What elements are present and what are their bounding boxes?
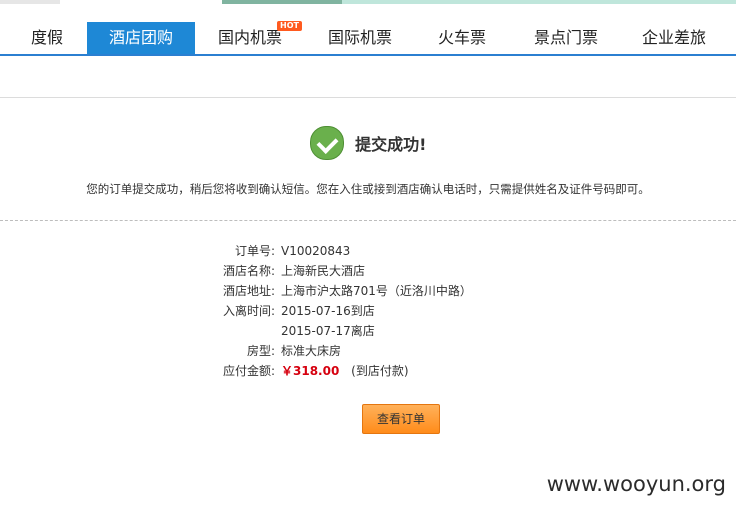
nav-item-label: 度假 <box>30 28 63 47</box>
hot-badge: HOT <box>277 21 302 31</box>
payment-note: (到店付款) <box>351 364 409 378</box>
order-number-label: 订单号: <box>234 244 275 258</box>
amount-label: 应付金额: <box>222 364 275 378</box>
stay-dates-row: 入离时间: 2015-07-16到店 <box>200 301 560 321</box>
logo-fragment <box>0 0 60 4</box>
order-number-value: V10020843 <box>281 244 351 258</box>
nav-item-international-flights[interactable]: 国际机票 <box>312 22 408 54</box>
hotel-name-value: 上海新民大酒店 <box>281 264 366 278</box>
order-number-row: 订单号: V10020843 <box>200 241 560 261</box>
nav-item-vacation[interactable]: 度假 <box>12 22 82 54</box>
room-type-label: 房型: <box>246 344 275 358</box>
checkout-date: 2015-07-17离店 <box>281 324 375 338</box>
success-message: 提交成功! <box>0 126 736 160</box>
order-details: 订单号: V10020843 酒店名称: 上海新民大酒店 酒店地址: 上海市沪太… <box>200 241 560 381</box>
success-title: 提交成功! <box>355 135 427 154</box>
main-nav: 度假 酒店团购 国内机票 HOT 国际机票 火车票 景点门票 企业差旅 <box>0 21 736 56</box>
hotel-address-label: 酒店地址: <box>222 284 275 298</box>
top-strip <box>0 0 736 22</box>
view-order-button[interactable]: 查看订单 <box>362 404 440 434</box>
nav-item-label: 企业差旅 <box>641 28 706 47</box>
nav-item-label: 景点门票 <box>533 28 598 47</box>
nav-item-label: 火车票 <box>437 28 486 47</box>
amount-row: 应付金额: ￥318.00 (到店付款) <box>200 361 560 381</box>
nav-item-business-travel[interactable]: 企业差旅 <box>626 22 722 54</box>
order-notice: 您的订单提交成功，稍后您将收到确认短信。您在入住或接到酒店确认电话时，只需提供姓… <box>86 182 650 196</box>
nav-item-label: 国际机票 <box>327 28 392 47</box>
checkin-date: 2015-07-16到店 <box>281 304 375 318</box>
nav-item-attraction-tickets[interactable]: 景点门票 <box>518 22 614 54</box>
hotel-name-row: 酒店名称: 上海新民大酒店 <box>200 261 560 281</box>
nav-item-hotel-groupbuy[interactable]: 酒店团购 <box>87 22 195 54</box>
hotel-address-row: 酒店地址: 上海市沪太路701号（近洛川中路） <box>200 281 560 301</box>
room-type-row: 房型: 标准大床房 <box>200 341 560 361</box>
room-type-value: 标准大床房 <box>281 344 342 358</box>
checkout-row: 2015-07-17离店 <box>200 321 560 341</box>
top-banner <box>222 0 736 4</box>
nav-item-label: 国内机票 <box>217 28 282 47</box>
nav-item-label: 酒店团购 <box>108 28 173 47</box>
nav-item-domestic-flights[interactable]: 国内机票 HOT <box>200 21 302 54</box>
hotel-address-value: 上海市沪太路701号（近洛川中路） <box>281 284 472 298</box>
divider <box>0 97 736 98</box>
dashed-divider <box>0 220 736 221</box>
nav-item-train-tickets[interactable]: 火车票 <box>422 22 502 54</box>
hotel-name-label: 酒店名称: <box>222 264 275 278</box>
amount-value: ￥318.00 <box>281 364 340 378</box>
watermark: www.wooyun.org <box>546 472 726 496</box>
check-circle-icon <box>309 126 344 160</box>
stay-dates-label: 入离时间: <box>222 304 275 318</box>
